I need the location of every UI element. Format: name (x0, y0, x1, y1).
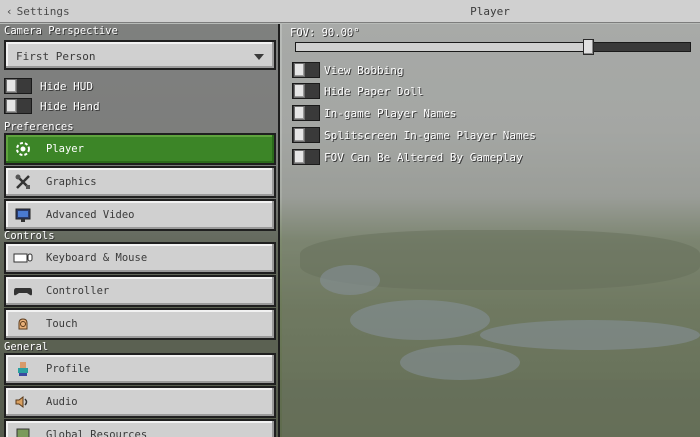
sidebar-item-global-resources[interactable]: Global Resources (4, 419, 276, 437)
hide-paper-doll-label: Hide Paper Doll (324, 84, 424, 98)
monitor-icon (13, 205, 33, 225)
sidebar-item-label: Profile (46, 363, 91, 375)
page-title: Player (470, 5, 510, 18)
hide-paper-doll-toggle[interactable] (292, 83, 320, 99)
touch-hand-icon (13, 314, 33, 334)
section-camera-perspective: Camera Perspective (4, 25, 118, 37)
fov-gameplay-toggle-row[interactable]: FOV Can Be Altered By Gameplay (292, 148, 523, 166)
back-label: Settings (16, 5, 70, 18)
hide-paper-doll-toggle-row[interactable]: Hide Paper Doll (292, 82, 423, 100)
player-names-label: In-game Player Names (324, 106, 457, 120)
keyboard-mouse-icon (13, 248, 33, 268)
player-settings-icon (13, 139, 33, 159)
sidebar-item-profile[interactable]: Profile (4, 353, 276, 385)
hide-hand-toggle[interactable] (4, 98, 32, 114)
sidebar-item-advanced-video[interactable]: Advanced Video (4, 199, 276, 231)
fov-label: FOV: 90.00° (290, 27, 360, 39)
tools-icon (13, 172, 33, 192)
fov-gameplay-toggle[interactable] (292, 149, 320, 165)
fov-slider-fill (296, 43, 594, 51)
caret-down-icon (254, 54, 264, 60)
view-bobbing-toggle-row[interactable]: View Bobbing (292, 61, 403, 79)
sidebar-item-graphics[interactable]: Graphics (4, 166, 276, 198)
sidebar-item-audio[interactable]: Audio (4, 386, 276, 418)
chevron-left-icon: ‹ (6, 5, 13, 18)
hide-hud-toggle-row[interactable]: Hide HUD (4, 77, 93, 95)
splitscreen-names-toggle-row[interactable]: Splitscreen In-game Player Names (292, 126, 536, 144)
section-general: General (4, 341, 49, 353)
sidebar-item-keyboard-mouse[interactable]: Keyboard & Mouse (4, 242, 276, 274)
sidebar-item-label: Global Resources (46, 429, 148, 437)
speaker-icon (13, 392, 33, 412)
sidebar-item-label: Advanced Video (46, 209, 135, 221)
resources-icon (13, 425, 33, 437)
fov-slider[interactable] (295, 39, 691, 55)
sidebar-item-player[interactable]: Player (4, 133, 276, 165)
splitscreen-names-toggle[interactable] (292, 127, 320, 143)
top-bar: ‹ Settings Player (0, 0, 700, 23)
sidebar-item-label: Graphics (46, 176, 97, 188)
player-names-toggle-row[interactable]: In-game Player Names (292, 104, 456, 122)
section-preferences: Preferences (4, 121, 74, 133)
back-button[interactable]: ‹ Settings (6, 4, 70, 19)
view-bobbing-toggle[interactable] (292, 62, 320, 78)
fov-slider-thumb[interactable] (583, 39, 594, 55)
controller-icon (13, 281, 33, 301)
hide-hud-toggle[interactable] (4, 78, 32, 94)
hide-hand-toggle-row[interactable]: Hide Hand (4, 97, 100, 115)
sidebar-item-label: Touch (46, 318, 78, 330)
section-controls: Controls (4, 230, 55, 242)
sidebar-item-label: Player (46, 143, 84, 155)
view-bobbing-label: View Bobbing (324, 63, 404, 77)
profile-icon (13, 359, 33, 379)
hide-hand-label: Hide Hand (40, 99, 100, 113)
sidebar-item-label: Keyboard & Mouse (46, 252, 148, 264)
splitscreen-names-label: Splitscreen In-game Player Names (324, 128, 536, 142)
settings-sidebar: Camera Perspective First Person Hide HUD… (0, 24, 280, 437)
sidebar-item-touch[interactable]: Touch (4, 308, 276, 340)
fov-gameplay-label: FOV Can Be Altered By Gameplay (324, 150, 523, 164)
sidebar-item-label: Controller (46, 285, 110, 297)
dropdown-value: First Person (16, 50, 96, 63)
hide-hud-label: Hide HUD (40, 79, 93, 93)
sidebar-item-controller[interactable]: Controller (4, 275, 276, 307)
player-names-toggle[interactable] (292, 105, 320, 121)
sidebar-item-label: Audio (46, 396, 78, 408)
camera-perspective-dropdown[interactable]: First Person (4, 40, 276, 70)
player-settings-panel: FOV: 90.00° View Bobbing Hide Paper Doll… (282, 24, 700, 437)
